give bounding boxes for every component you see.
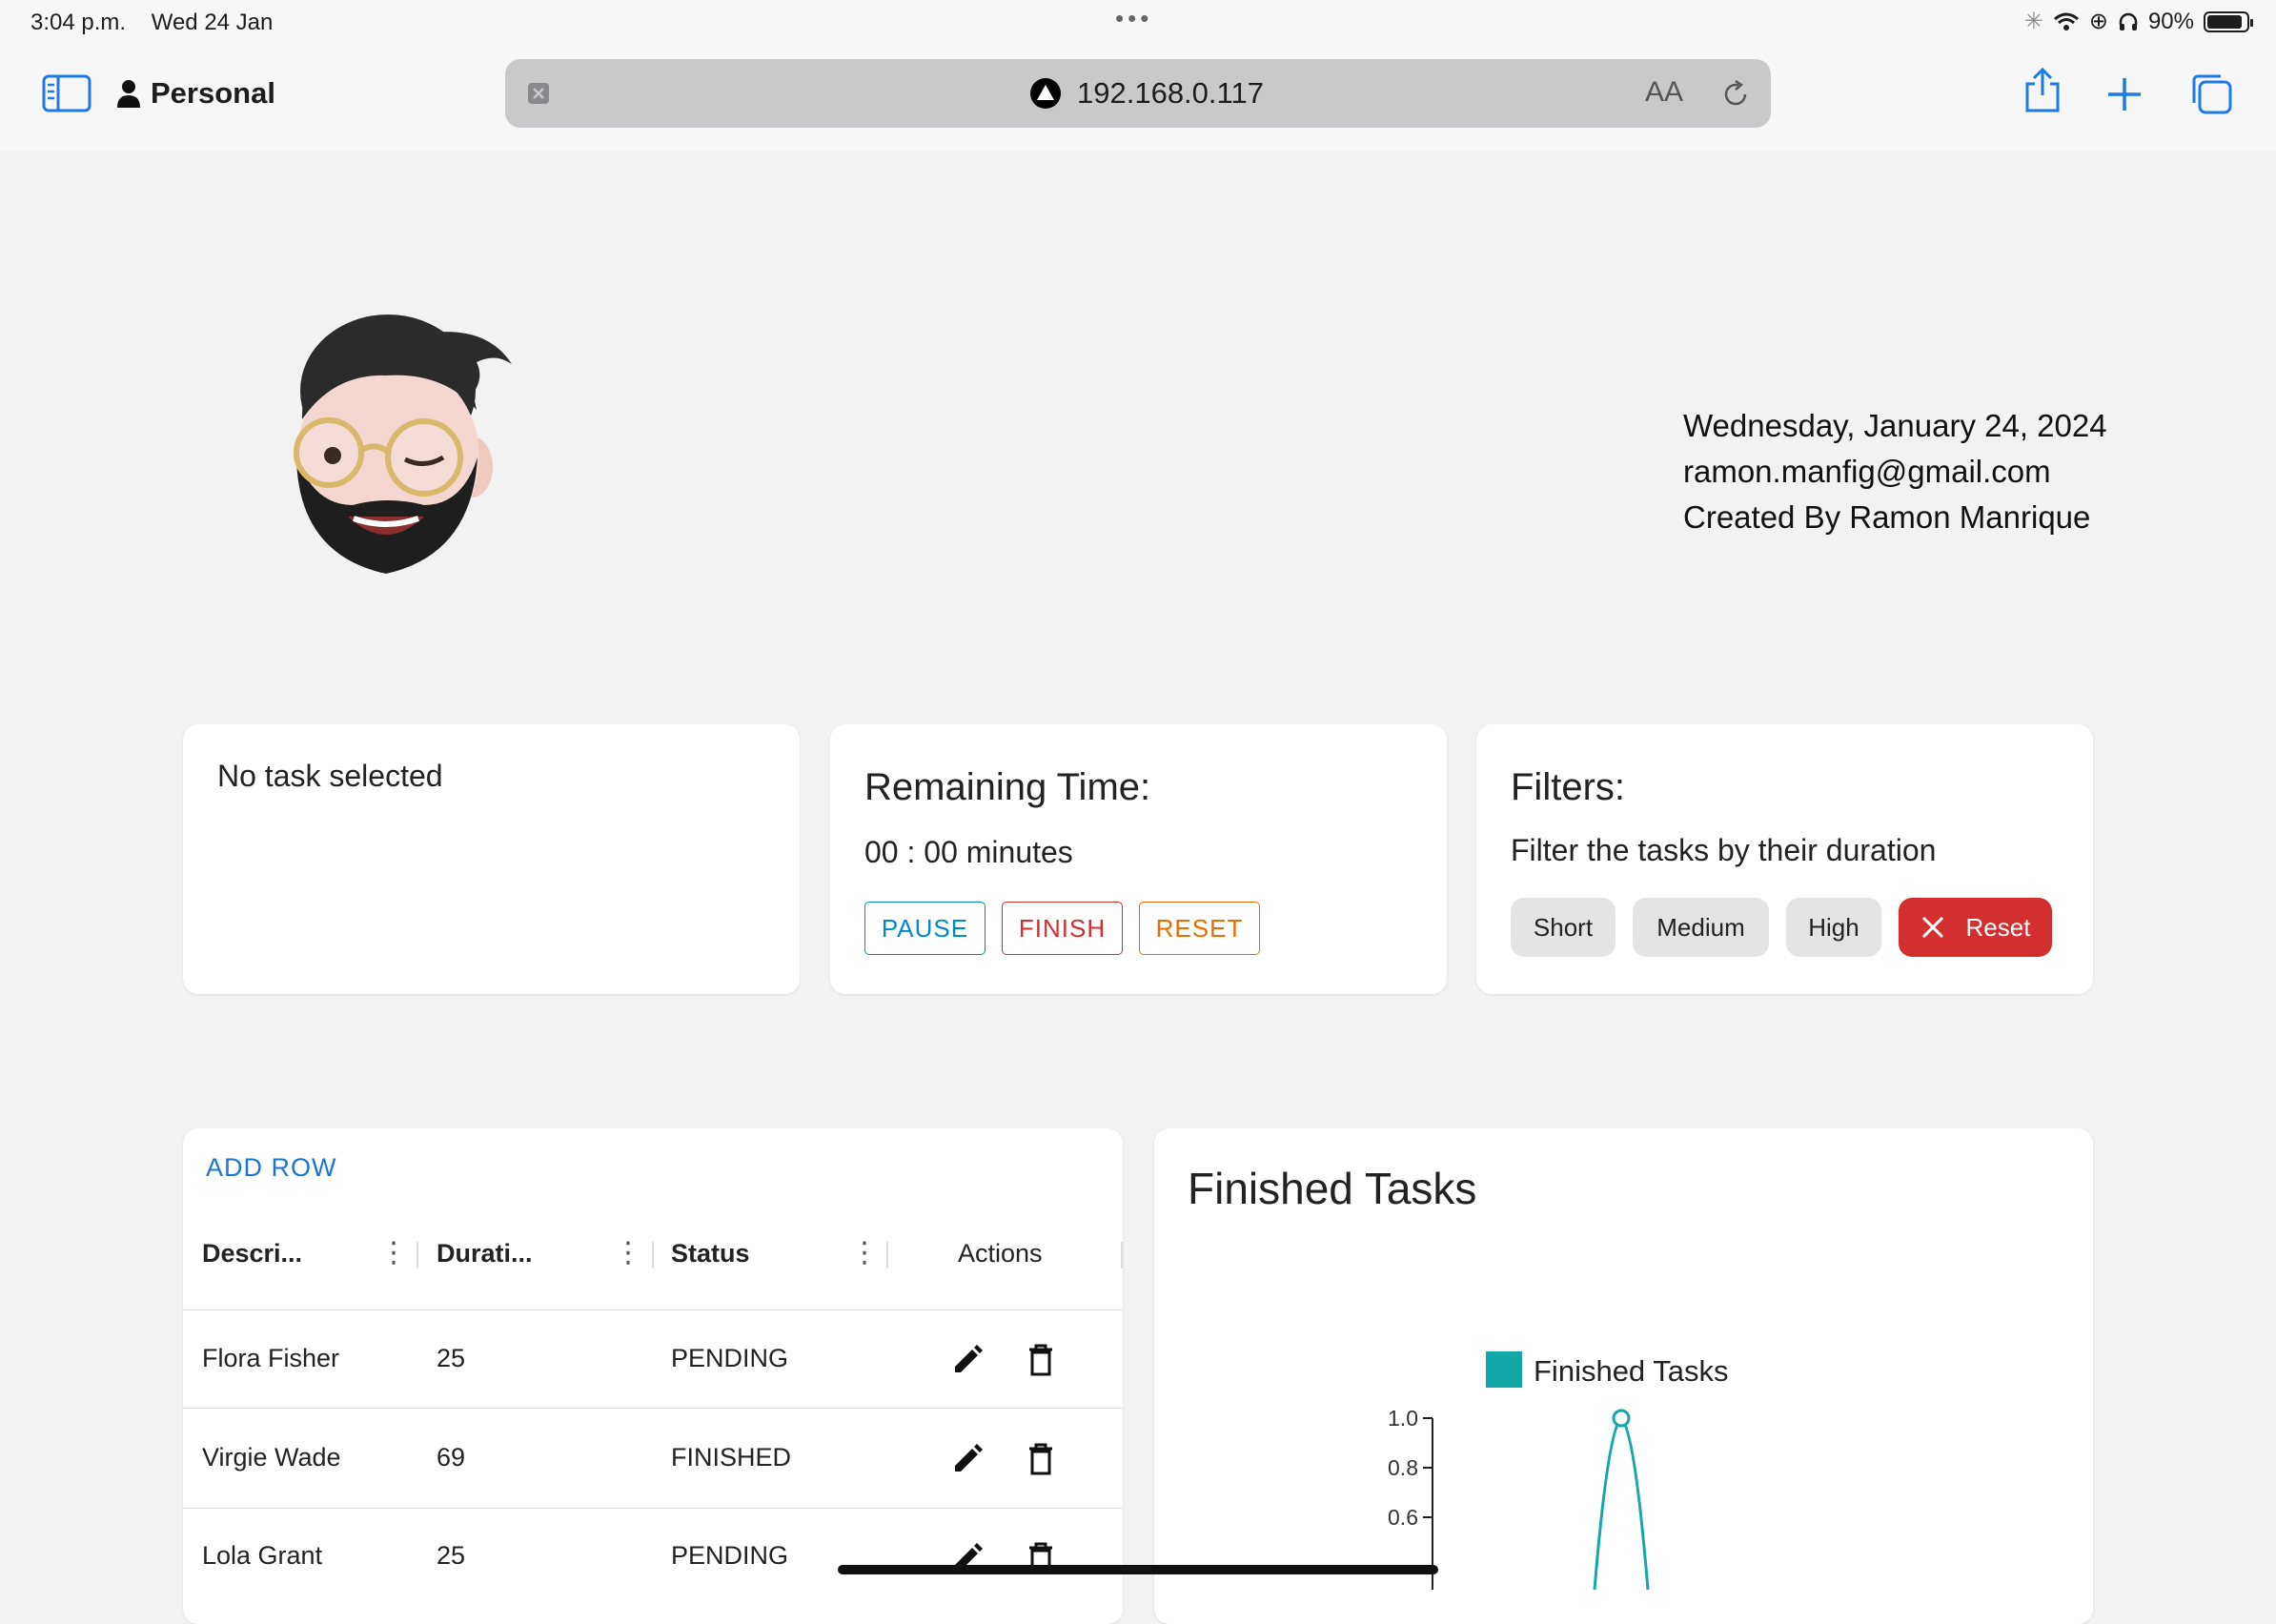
- delete-icon[interactable]: [1026, 1344, 1055, 1376]
- avatar: [294, 315, 512, 574]
- close-tab-icon[interactable]: [527, 82, 550, 105]
- filters-subtitle: Filter the tasks by their duration: [1511, 833, 1937, 867]
- orientation-lock-icon: ⊕: [2088, 9, 2108, 34]
- cell-duration[interactable]: 25: [437, 1541, 465, 1571]
- cell-description[interactable]: Flora Fisher: [202, 1344, 339, 1373]
- multitasking-dots-icon[interactable]: •••: [1115, 4, 1152, 33]
- url-display[interactable]: 192.168.0.117: [1029, 76, 1264, 111]
- pause-button[interactable]: PAUSE: [864, 902, 986, 955]
- status-time: 3:04 p.m.: [30, 10, 127, 35]
- column-menu-icon[interactable]: ⋮: [379, 1239, 408, 1268]
- battery-percent: 90%: [2147, 8, 2194, 34]
- status-time-date: 3:04 p.m. Wed 24 Jan: [30, 10, 273, 36]
- column-header-duration[interactable]: Durati...: [437, 1239, 533, 1269]
- filters-card: Filters: Filter the tasks by their durat…: [1476, 724, 2093, 994]
- y-tick-label: 0.6: [1388, 1505, 1418, 1530]
- finish-button[interactable]: FINISH: [1002, 902, 1123, 955]
- cell-duration[interactable]: 69: [437, 1443, 465, 1472]
- cell-description[interactable]: Lola Grant: [202, 1541, 322, 1571]
- text-size-label: AA: [1645, 76, 1684, 108]
- chart-card-title: Finished Tasks: [1188, 1164, 1477, 1213]
- filter-high-chip[interactable]: High: [1786, 898, 1881, 957]
- tab-overview-icon[interactable]: [2188, 71, 2234, 116]
- cell-duration[interactable]: 25: [437, 1344, 465, 1373]
- share-icon[interactable]: [2022, 67, 2063, 114]
- text-size-button[interactable]: AA: [1645, 76, 1683, 109]
- finished-tasks-chart: Finished Tasks 1.0 0.8 0.6: [1388, 1351, 1728, 1590]
- edit-icon[interactable]: [951, 1344, 984, 1376]
- column-separator[interactable]: [886, 1242, 888, 1269]
- legend-label: Finished Tasks: [1534, 1354, 1728, 1388]
- data-point[interactable]: [1612, 1409, 1631, 1428]
- filter-medium-chip[interactable]: Medium: [1633, 898, 1769, 957]
- home-indicator[interactable]: [838, 1565, 1438, 1574]
- column-menu-icon[interactable]: ⋮: [614, 1239, 642, 1268]
- battery-icon: [2204, 10, 2253, 32]
- created-by: Created By Ramon Manrique: [1683, 499, 2091, 535]
- battery-fill: [2207, 14, 2242, 29]
- y-tick-label: 1.0: [1388, 1406, 1418, 1431]
- cell-status[interactable]: FINISHED: [671, 1443, 791, 1472]
- site-favicon-icon: [1030, 78, 1061, 109]
- row-divider: [183, 1408, 1123, 1409]
- column-header-description[interactable]: Descri...: [202, 1239, 302, 1269]
- cell-status[interactable]: PENDING: [671, 1541, 788, 1571]
- cell-status[interactable]: PENDING: [671, 1344, 788, 1373]
- reset-timer-button[interactable]: RESET: [1139, 902, 1260, 955]
- cell-description[interactable]: Virgie Wade: [202, 1443, 341, 1472]
- header-divider: [183, 1309, 1123, 1310]
- timer-card: Remaining Time: 00 : 00 minutes PAUSE FI…: [830, 724, 1447, 994]
- new-tab-icon[interactable]: [2106, 76, 2143, 112]
- loading-spinner-icon: ✳: [2023, 9, 2043, 34]
- sidebar-toggle-icon[interactable]: [42, 74, 91, 112]
- edit-icon[interactable]: [951, 1443, 984, 1475]
- add-row-button[interactable]: ADD ROW: [206, 1153, 337, 1183]
- column-menu-icon[interactable]: ⋮: [850, 1239, 879, 1268]
- y-tick-label: 0.8: [1388, 1455, 1418, 1480]
- headphones-icon: [2119, 12, 2138, 30]
- profile-button[interactable]: Personal: [116, 76, 275, 111]
- reload-icon[interactable]: [1719, 78, 1752, 111]
- filter-reset-label: Reset: [1965, 912, 2031, 942]
- delete-icon[interactable]: [1026, 1443, 1055, 1475]
- column-header-status[interactable]: Status: [671, 1239, 750, 1269]
- url-text: 192.168.0.117: [1077, 76, 1264, 110]
- series-line: [1593, 1416, 1650, 1590]
- remaining-time: 00 : 00 minutes: [864, 835, 1073, 869]
- column-separator[interactable]: [652, 1242, 654, 1269]
- profile-label: Personal: [151, 76, 275, 110]
- column-separator[interactable]: [417, 1242, 418, 1269]
- filter-short-chip[interactable]: Short: [1511, 898, 1616, 957]
- status-date: Wed 24 Jan: [151, 10, 274, 35]
- filter-reset-chip[interactable]: Reset: [1899, 898, 2052, 957]
- selected-task-text: No task selected: [217, 759, 443, 793]
- user-email: ramon.manfig@gmail.com: [1683, 454, 2051, 489]
- column-separator: [1121, 1242, 1123, 1269]
- selected-task-card: No task selected: [183, 724, 800, 994]
- current-date: Wednesday, January 24, 2024: [1683, 408, 2107, 443]
- row-divider: [183, 1508, 1123, 1509]
- close-icon: [1921, 916, 1943, 939]
- header-info: Wednesday, January 24, 2024 ramon.manfig…: [1683, 403, 2107, 540]
- column-header-actions: Actions: [958, 1239, 1043, 1268]
- status-icons: ✳ ⊕ 90%: [2023, 8, 2253, 35]
- timer-title: Remaining Time:: [864, 766, 1151, 808]
- filters-title: Filters:: [1511, 766, 1625, 808]
- person-icon: [117, 80, 140, 108]
- wifi-icon: [2053, 12, 2079, 30]
- legend-swatch: [1486, 1351, 1522, 1388]
